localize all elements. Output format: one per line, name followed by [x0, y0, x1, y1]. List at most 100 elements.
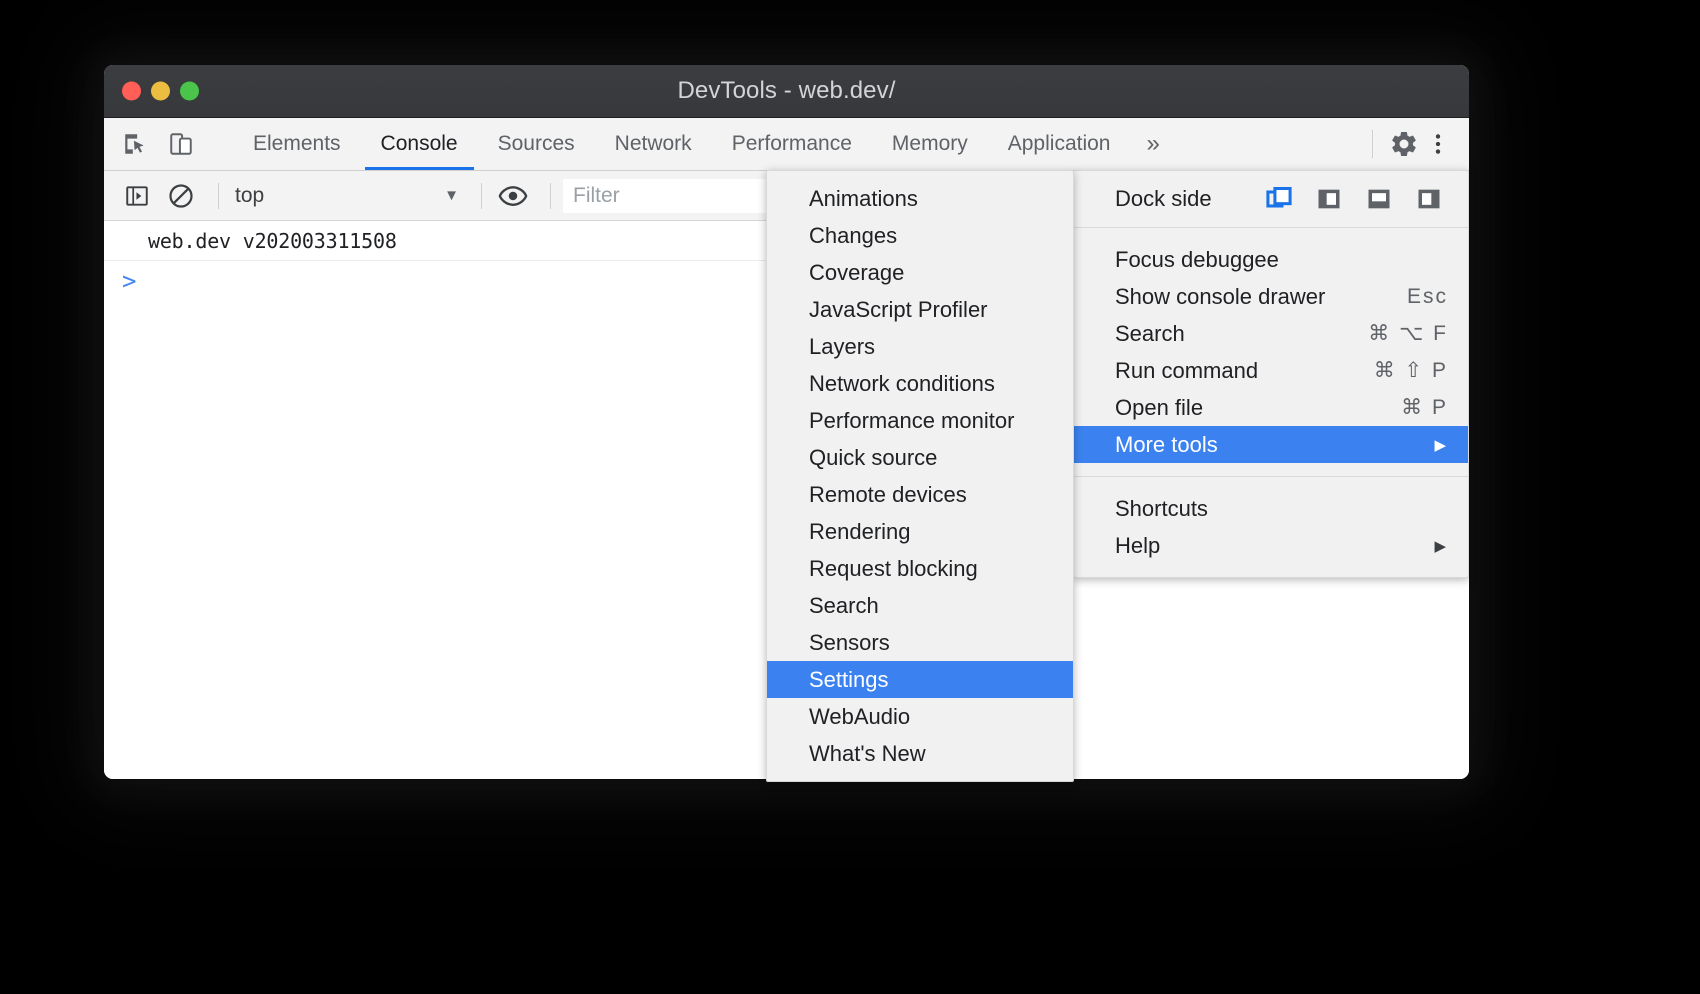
maximize-window-button[interactable]: [180, 82, 199, 101]
tab-label: Performance: [732, 132, 852, 156]
window-titlebar: DevTools - web.dev/: [104, 65, 1469, 118]
panel-tabs: Elements Console Sources Network Perform…: [233, 118, 1176, 170]
more-tabs-icon[interactable]: »: [1130, 118, 1175, 170]
inspect-element-icon[interactable]: [118, 127, 152, 161]
menu-item-label: Open file: [1115, 395, 1203, 421]
console-toolbar-divider-3: [550, 183, 551, 209]
device-toolbar-icon[interactable]: [164, 127, 198, 161]
tab-console[interactable]: Console: [361, 118, 478, 170]
dock-bottom-icon[interactable]: [1362, 182, 1396, 216]
menu-bottom-padding: [1074, 564, 1468, 577]
dock-left-icon[interactable]: [1312, 182, 1346, 216]
more-tabs-label: »: [1146, 130, 1159, 158]
submenu-item-label: Request blocking: [809, 556, 978, 582]
dock-side-buttons: [1262, 182, 1454, 216]
chevron-down-icon: ▼: [444, 187, 469, 204]
log-text: web.dev v202003311508: [148, 229, 397, 253]
submenu-item-label: Rendering: [809, 519, 911, 545]
close-window-button[interactable]: [122, 82, 141, 101]
menu-item-shortcuts[interactable]: Shortcuts: [1074, 490, 1468, 527]
menu-item-run-command[interactable]: Run command ⌘ ⇧ P: [1074, 352, 1468, 389]
submenu-item-whats-new[interactable]: What's New: [767, 735, 1073, 772]
tabbar-tool-icons: [104, 118, 233, 170]
chevron-right-icon: ▶: [1434, 436, 1454, 454]
console-toolbar-divider: [218, 183, 219, 209]
submenu-item-coverage[interactable]: Coverage: [767, 254, 1073, 291]
execution-context-label: top: [231, 184, 264, 208]
submenu-item-animations[interactable]: Animations: [767, 180, 1073, 217]
menu-item-shortcut: ⌘ ⇧ P: [1374, 358, 1454, 383]
submenu-item-request-blocking[interactable]: Request blocking: [767, 550, 1073, 587]
tab-label: Console: [381, 132, 458, 156]
submenu-item-label: Search: [809, 593, 879, 619]
tab-label: Application: [1008, 132, 1111, 156]
menu-item-shortcut: ⌘ P: [1401, 395, 1454, 420]
submenu-item-sensors[interactable]: Sensors: [767, 624, 1073, 661]
menu-item-label: More tools: [1115, 432, 1218, 458]
execution-context-select[interactable]: top ▼: [231, 184, 469, 208]
menu-item-open-file[interactable]: Open file ⌘ P: [1074, 389, 1468, 426]
live-expression-icon[interactable]: [494, 177, 532, 215]
submenu-item-label: Changes: [809, 223, 897, 249]
clear-console-icon[interactable]: [162, 177, 200, 215]
dock-side-label: Dock side: [1115, 186, 1212, 212]
window-title: DevTools - web.dev/: [104, 77, 1469, 105]
submenu-item-layers[interactable]: Layers: [767, 328, 1073, 365]
menu-item-label: Help: [1115, 533, 1160, 559]
prompt-caret-icon: >: [122, 267, 136, 295]
submenu-item-quick-source[interactable]: Quick source: [767, 439, 1073, 476]
submenu-item-javascript-profiler[interactable]: JavaScript Profiler: [767, 291, 1073, 328]
menu-item-show-console-drawer[interactable]: Show console drawer Esc: [1074, 278, 1468, 315]
dock-side-row: Dock side: [1074, 171, 1468, 227]
tabbar-right-divider: [1372, 130, 1373, 158]
tab-network[interactable]: Network: [595, 118, 712, 170]
dock-undocked-icon[interactable]: [1262, 182, 1296, 216]
submenu-item-settings[interactable]: Settings: [767, 661, 1073, 698]
more-tools-submenu: Animations Changes Coverage JavaScript P…: [766, 170, 1074, 782]
submenu-item-label: Network conditions: [809, 371, 995, 397]
menu-item-shortcut: ⌘ ⌥ F: [1368, 321, 1454, 346]
kebab-menu-icon[interactable]: [1421, 127, 1455, 161]
submenu-item-label: Coverage: [809, 260, 904, 286]
menu-item-search[interactable]: Search ⌘ ⌥ F: [1074, 315, 1468, 352]
tab-elements[interactable]: Elements: [233, 118, 361, 170]
chevron-right-icon: ▶: [1434, 537, 1454, 555]
console-toolbar-divider-2: [481, 183, 482, 209]
submenu-item-label: Remote devices: [809, 482, 967, 508]
main-menu-popup: Dock side: [1073, 170, 1469, 578]
submenu-item-webaudio[interactable]: WebAudio: [767, 698, 1073, 735]
submenu-item-network-conditions[interactable]: Network conditions: [767, 365, 1073, 402]
submenu-item-label: Sensors: [809, 630, 890, 656]
tab-memory[interactable]: Memory: [872, 118, 988, 170]
devtools-tabbar: Elements Console Sources Network Perform…: [104, 118, 1469, 171]
menu-item-focus-debuggee[interactable]: Focus debuggee: [1074, 241, 1468, 278]
submenu-item-label: Quick source: [809, 445, 937, 471]
submenu-item-rendering[interactable]: Rendering: [767, 513, 1073, 550]
gear-icon[interactable]: [1387, 127, 1421, 161]
menu-item-help[interactable]: Help ▶: [1074, 527, 1468, 564]
submenu-item-label: Animations: [809, 186, 918, 212]
minimize-window-button[interactable]: [151, 82, 170, 101]
menu-item-more-tools[interactable]: More tools ▶: [1074, 426, 1468, 463]
traffic-lights: [122, 82, 199, 101]
tab-performance[interactable]: Performance: [712, 118, 872, 170]
submenu-item-label: JavaScript Profiler: [809, 297, 988, 323]
tab-sources[interactable]: Sources: [478, 118, 595, 170]
menu-footer-padding: [1074, 477, 1468, 490]
submenu-item-label: Performance monitor: [809, 408, 1014, 434]
tab-application[interactable]: Application: [988, 118, 1131, 170]
submenu-item-search[interactable]: Search: [767, 587, 1073, 624]
submenu-item-changes[interactable]: Changes: [767, 217, 1073, 254]
console-sidebar-icon[interactable]: [118, 177, 156, 215]
submenu-item-performance-monitor[interactable]: Performance monitor: [767, 402, 1073, 439]
submenu-item-label: Layers: [809, 334, 875, 360]
submenu-item-label: What's New: [809, 741, 926, 767]
menu-item-label: Shortcuts: [1115, 496, 1208, 522]
screenshot-root: DevTools - web.dev/: [0, 0, 1700, 994]
menu-item-label: Run command: [1115, 358, 1258, 384]
dock-right-icon[interactable]: [1412, 182, 1446, 216]
tab-label: Sources: [498, 132, 575, 156]
tab-label: Network: [615, 132, 692, 156]
menu-item-label: Show console drawer: [1115, 284, 1325, 310]
submenu-item-remote-devices[interactable]: Remote devices: [767, 476, 1073, 513]
